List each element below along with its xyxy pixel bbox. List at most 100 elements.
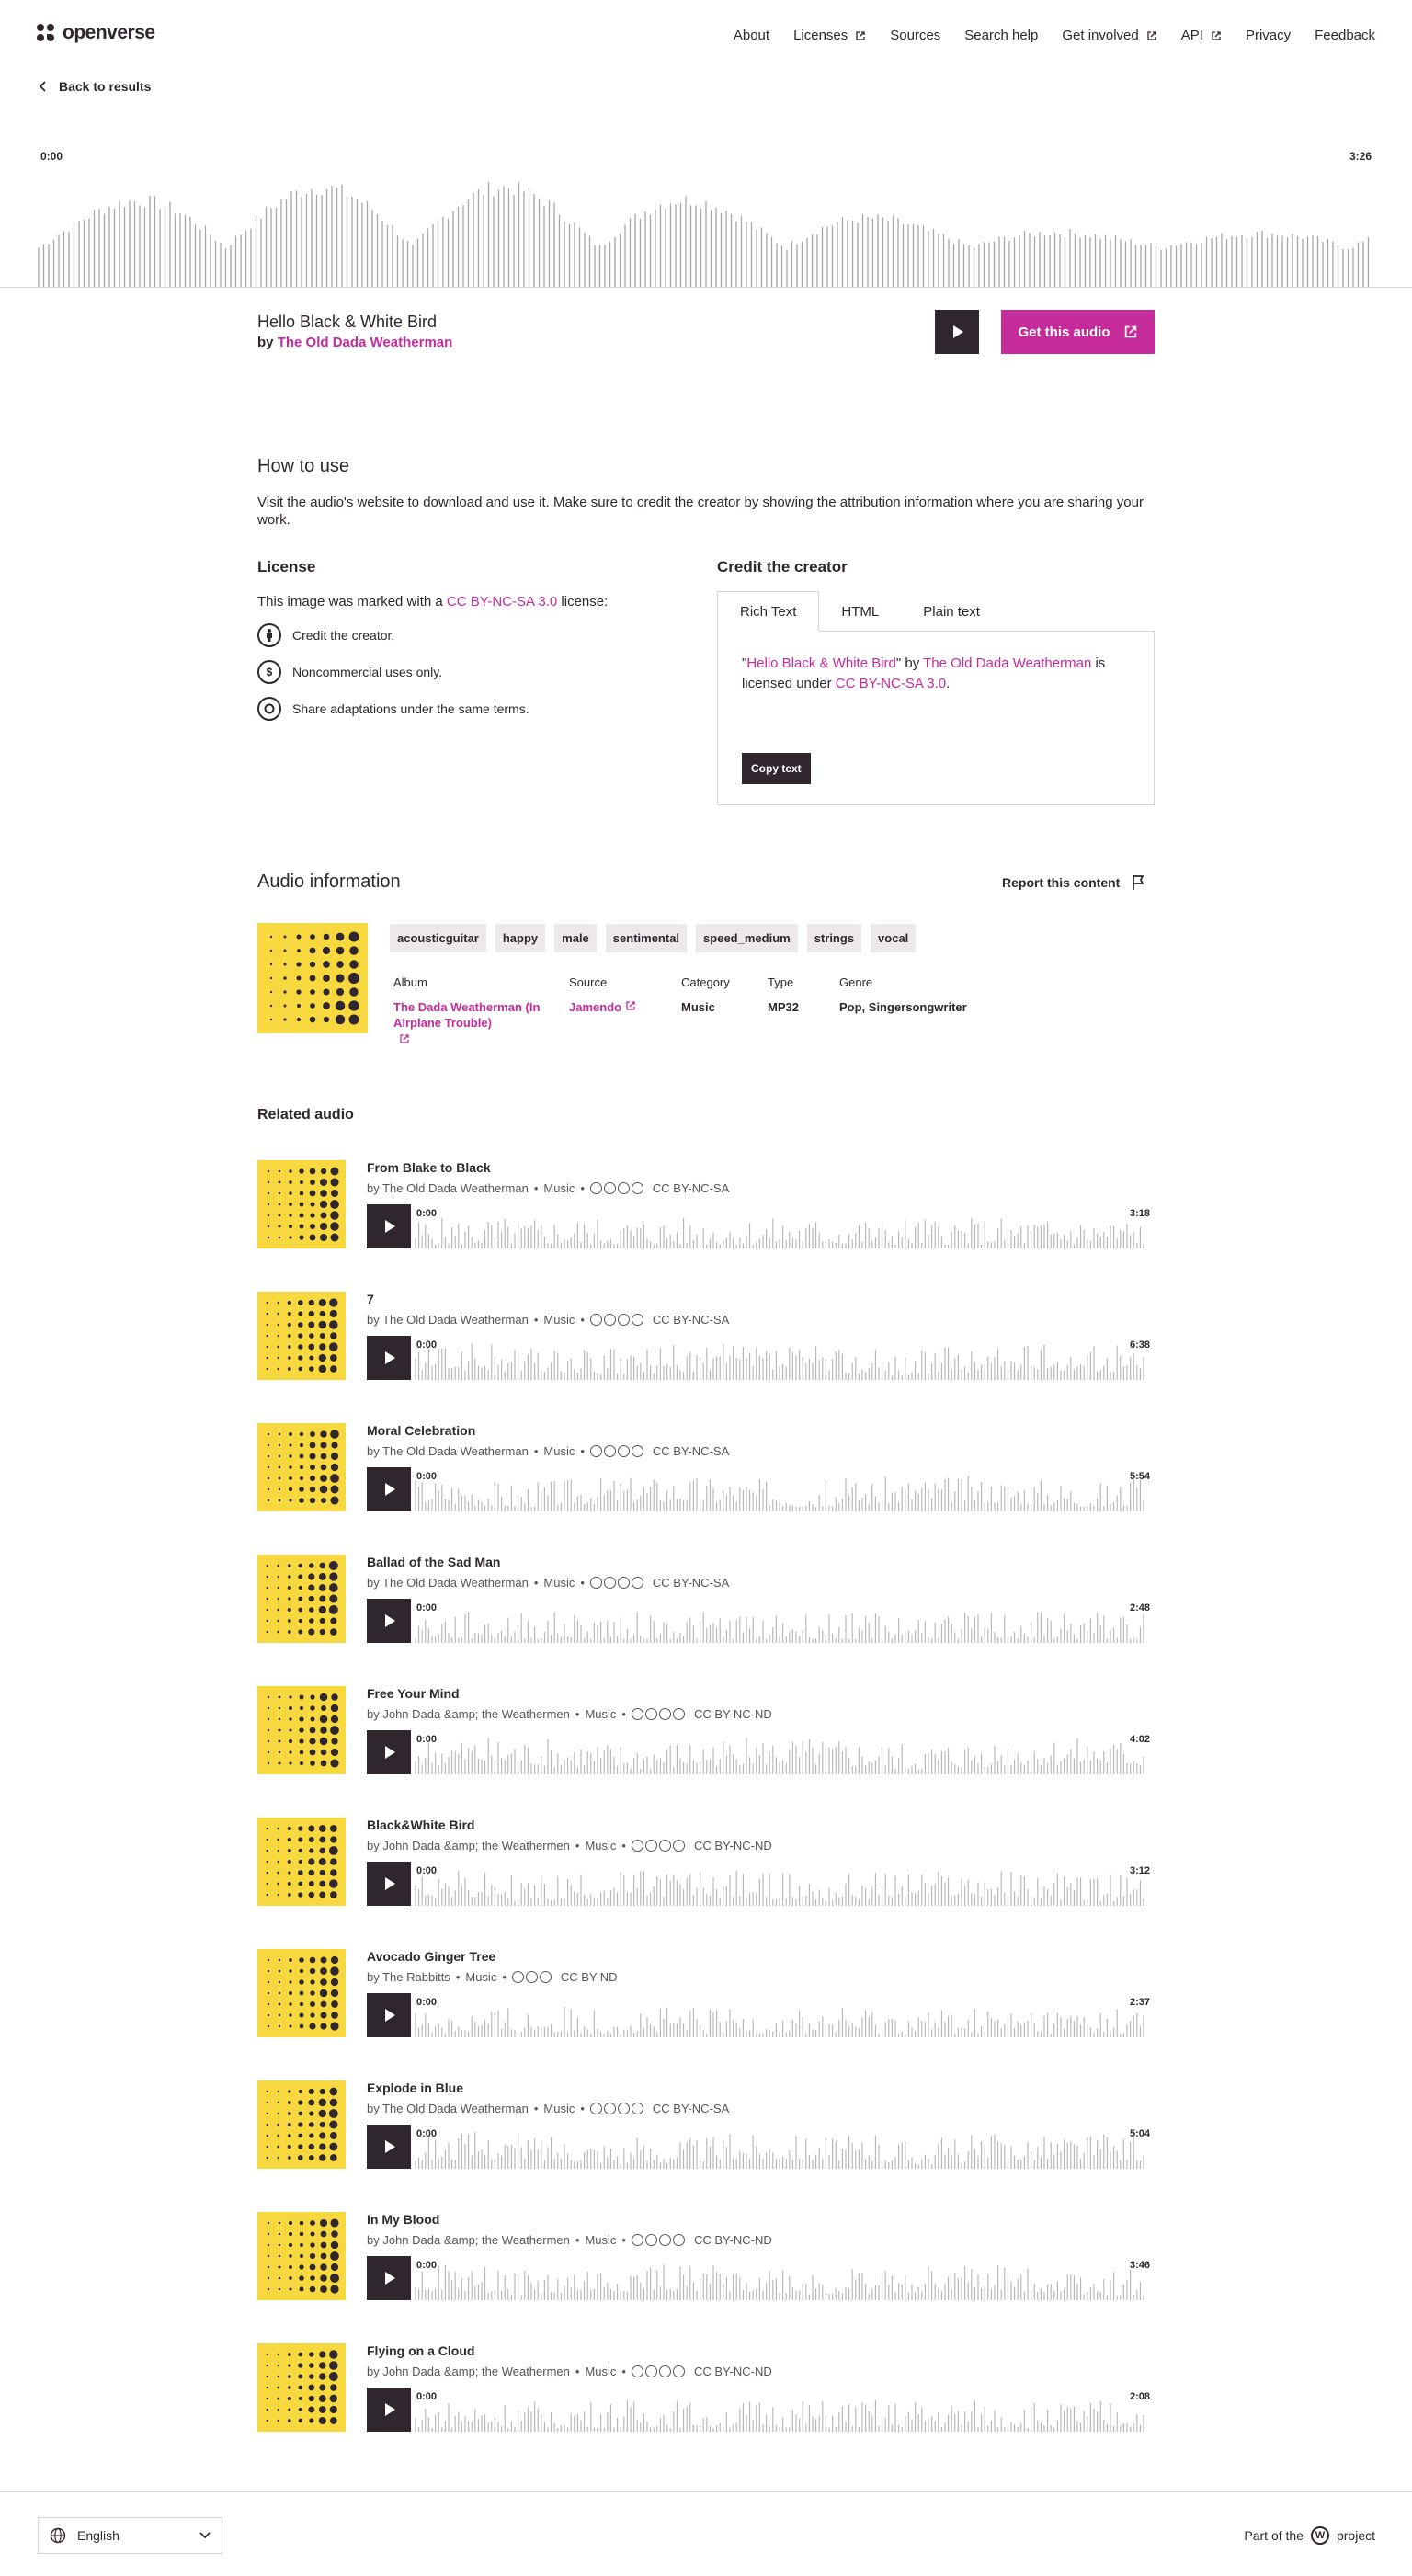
related-play-button[interactable] (367, 1467, 411, 1511)
attribution-title-link[interactable]: Hello Black & White Bird (746, 655, 896, 671)
tab-html[interactable]: HTML (819, 591, 901, 632)
art-dot (266, 1630, 268, 1634)
nav-feedback[interactable]: Feedback (1315, 28, 1375, 43)
art-dot (267, 1750, 270, 1754)
related-play-button[interactable] (367, 1599, 411, 1643)
tag-chip[interactable]: vocal (871, 924, 917, 952)
related-artwork[interactable] (257, 1292, 346, 1380)
related-waveform[interactable] (414, 1599, 1149, 1643)
tag-chip[interactable]: strings (806, 924, 862, 952)
related-artwork[interactable] (257, 2212, 346, 2300)
related-artwork[interactable] (257, 1818, 346, 1906)
related-waveform[interactable] (414, 1993, 1149, 2037)
related-license: CC BY-NC-SA (652, 1181, 730, 1195)
related-play-button[interactable] (367, 2125, 411, 2169)
nav-api[interactable]: API (1181, 28, 1222, 43)
nav-licenses[interactable]: Licenses (793, 28, 866, 43)
art-dot (299, 1498, 304, 1503)
openverse-logo[interactable]: openverse (37, 22, 155, 44)
art-dot (278, 1432, 281, 1436)
related-title-link[interactable]: In My Blood (367, 2212, 439, 2227)
art-dot (320, 1704, 327, 1712)
attribution-license-link[interactable]: CC BY-NC-SA 3.0 (836, 676, 946, 691)
related-waveform[interactable] (414, 1204, 1149, 1248)
attribution-creator-link[interactable]: The Old Dada Weatherman (923, 655, 1091, 671)
report-content-button[interactable]: Report this content (1002, 874, 1145, 891)
back-to-results-link[interactable]: Back to results (39, 79, 151, 94)
attribution-period: . (946, 676, 951, 691)
related-play-button[interactable] (367, 2388, 411, 2432)
art-dot (319, 1836, 326, 1843)
separator: • (580, 1444, 585, 1458)
related-artwork[interactable] (257, 1555, 346, 1643)
tag-chip[interactable]: happy (495, 924, 546, 952)
related-waveform[interactable] (414, 1862, 1149, 1906)
related-title-link[interactable]: Free Your Mind (367, 1686, 460, 1701)
related-artwork[interactable] (257, 1686, 346, 1774)
related-waveform[interactable] (414, 2388, 1149, 2432)
art-dot (298, 1344, 303, 1350)
tab-rich-text[interactable]: Rich Text (717, 591, 820, 632)
art-dot (298, 1563, 303, 1568)
related-play-button[interactable] (367, 1862, 411, 1906)
art-dot (287, 1630, 291, 1634)
related-meta: by John Dada &amp; the Weathermen • Music •… (367, 2233, 772, 2247)
related-waveform[interactable] (414, 2256, 1149, 2300)
tag-chip[interactable]: male (554, 924, 597, 952)
art-dot (328, 1342, 338, 1351)
art-dot (348, 1000, 359, 1011)
related-play-button[interactable] (367, 1730, 411, 1774)
art-dot (330, 1628, 337, 1636)
cc-icon (603, 2103, 616, 2114)
nav-about[interactable]: About (734, 28, 769, 43)
tag-chip[interactable]: speed_medium (696, 924, 798, 952)
related-waveform[interactable] (414, 1730, 1149, 1774)
license-link[interactable]: CC BY-NC-SA 3.0 (447, 594, 557, 610)
album-link[interactable]: The Dada Weatherman (In Airplane Trouble… (393, 999, 550, 1048)
language-select[interactable]: English (38, 2517, 222, 2554)
related-artwork[interactable] (257, 2343, 346, 2432)
nav-search-help[interactable]: Search help (964, 28, 1038, 43)
cc-icon (631, 2103, 643, 2114)
nav-sources[interactable]: Sources (890, 28, 940, 43)
art-dot (266, 2090, 268, 2093)
related-waveform[interactable] (414, 1336, 1149, 1380)
related-waveform[interactable] (414, 2125, 1149, 2169)
related-artwork[interactable] (257, 2080, 346, 2169)
related-play-button[interactable] (367, 1204, 411, 1248)
nav-get-involved[interactable]: Get involved (1062, 28, 1156, 43)
nav-privacy[interactable]: Privacy (1246, 28, 1291, 43)
related-title-link[interactable]: Avocado Ginger Tree (367, 1949, 495, 1964)
related-artwork[interactable] (257, 1423, 346, 1511)
art-dot (319, 1222, 328, 1231)
related-title-link[interactable]: 7 (367, 1292, 374, 1306)
license-term-text: Credit the creator. (292, 628, 395, 643)
related-title-link[interactable]: Flying on a Cloud (367, 2343, 474, 2358)
source-link[interactable]: Jamendo (569, 999, 636, 1015)
creator-link[interactable]: The Old Dada Weatherman (278, 335, 453, 350)
play-button[interactable] (935, 310, 979, 354)
tab-plain-text[interactable]: Plain text (901, 591, 1002, 632)
related-play-button[interactable] (367, 2256, 411, 2300)
related-play-button[interactable] (367, 1993, 411, 2037)
art-dot (267, 1225, 270, 1228)
related-title-link[interactable]: Moral Celebration (367, 1423, 475, 1438)
art-dot (308, 1869, 315, 1876)
main-waveform[interactable] (37, 165, 1375, 287)
tag-chip[interactable]: sentimental (605, 924, 688, 952)
related-category: Music (585, 2365, 617, 2378)
copy-text-button[interactable]: Copy text (742, 753, 811, 784)
related-waveform[interactable] (414, 1467, 1149, 1511)
related-title-link[interactable]: From Blake to Black (367, 1160, 491, 1175)
get-this-audio-button[interactable]: Get this audio (1001, 310, 1155, 354)
art-dot (278, 1958, 281, 1962)
related-artwork[interactable] (257, 1949, 346, 2037)
related-title-link[interactable]: Explode in Blue (367, 2080, 463, 2095)
related-play-button[interactable] (367, 1336, 411, 1380)
wordpress-logo-icon[interactable]: W (1310, 2526, 1329, 2545)
related-title-link[interactable]: Ballad of the Sad Man (367, 1555, 500, 1569)
tag-chip[interactable]: acousticguitar (390, 924, 486, 952)
related-title-link[interactable]: Black&White Bird (367, 1818, 474, 1832)
related-artwork[interactable] (257, 1160, 346, 1248)
art-dot (309, 1738, 316, 1745)
